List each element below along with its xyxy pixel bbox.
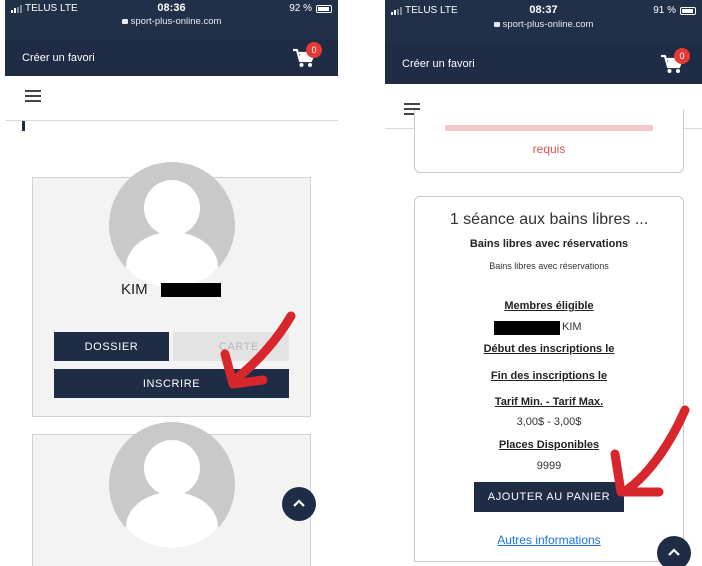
battery-icon xyxy=(680,6,696,15)
phone-screen-left: TELUS LTE 08:36 sport-plus-online.com 92… xyxy=(5,0,338,566)
previous-activity-card: requis xyxy=(414,110,684,173)
registration-end-label: Fin des inscriptions le xyxy=(490,370,608,382)
cart-button[interactable]: 0 xyxy=(660,48,690,75)
add-to-cart-button[interactable]: AJOUTER AU PANIER xyxy=(474,482,624,512)
chevron-up-icon xyxy=(293,499,305,507)
address-bar[interactable]: sport-plus-online.com xyxy=(5,16,338,27)
chevron-up-icon xyxy=(668,548,680,556)
activity-subtitle: Bains libres avec réservations xyxy=(469,238,629,250)
activity-title: 1 séance aux bains libres ... xyxy=(449,211,649,228)
activity-card: 1 séance aux bains libres ... Bains libr… xyxy=(414,196,684,562)
cut-off-warning-line xyxy=(445,125,653,131)
menu-hamburger-icon[interactable] xyxy=(25,90,41,102)
clock: 08:36 xyxy=(157,2,186,14)
avatar-head-icon xyxy=(144,440,200,496)
avatar xyxy=(109,422,235,548)
required-warning: requis xyxy=(532,142,566,156)
create-favorite-link[interactable]: Créer un favori xyxy=(402,58,475,70)
scroll-to-top-button[interactable] xyxy=(657,536,691,566)
battery-percent: 91 % xyxy=(653,5,676,16)
battery-info: 92 % xyxy=(289,3,332,14)
url-text: sport-plus-online.com xyxy=(502,19,594,30)
registration-start-label: Début des inscriptions le xyxy=(483,343,615,355)
cart-count-badge: 0 xyxy=(674,48,690,64)
cart-count-badge: 0 xyxy=(306,42,322,58)
member-name: KIM xyxy=(562,321,582,333)
status-bar: TELUS LTE 08:36 sport-plus-online.com 92… xyxy=(5,0,338,40)
avatar-body-icon xyxy=(126,492,218,548)
status-bar: TELUS LTE 08:37 sport-plus-online.com 91… xyxy=(385,0,702,44)
member-name: KIM xyxy=(121,281,148,298)
dossier-button[interactable]: DOSSIER xyxy=(54,332,169,361)
top-navbar: Créer un favori 0 xyxy=(385,44,702,84)
member-card-2 xyxy=(32,422,311,566)
scroll-to-top-button[interactable] xyxy=(282,487,316,521)
phone-screen-right: TELUS LTE 08:37 sport-plus-online.com 91… xyxy=(385,0,702,566)
lock-icon xyxy=(121,19,128,24)
address-bar[interactable]: sport-plus-online.com xyxy=(385,19,702,30)
members-label: Membres éligible xyxy=(504,300,594,312)
avatar xyxy=(109,162,235,288)
red-arrow-annotation xyxy=(610,405,690,497)
create-favorite-link[interactable]: Créer un favori xyxy=(22,52,95,64)
section-marker xyxy=(22,121,25,131)
header-divider xyxy=(5,120,338,121)
avatar-body-icon xyxy=(126,232,218,288)
cart-button[interactable]: 0 xyxy=(292,42,322,69)
more-info-link[interactable]: Autres informations xyxy=(415,533,683,547)
avatar-head-icon xyxy=(144,180,200,236)
battery-info: 91 % xyxy=(653,5,696,16)
url-text: sport-plus-online.com xyxy=(130,16,222,27)
battery-percent: 92 % xyxy=(289,3,312,14)
top-navbar: Créer un favori 0 xyxy=(5,40,338,76)
battery-icon xyxy=(316,4,332,13)
red-arrow-annotation xyxy=(220,311,296,389)
redacted-member-surname xyxy=(494,321,560,335)
redacted-surname xyxy=(161,283,221,297)
activity-description: Bains libres avec réservations xyxy=(489,261,609,271)
lock-icon xyxy=(493,22,500,27)
